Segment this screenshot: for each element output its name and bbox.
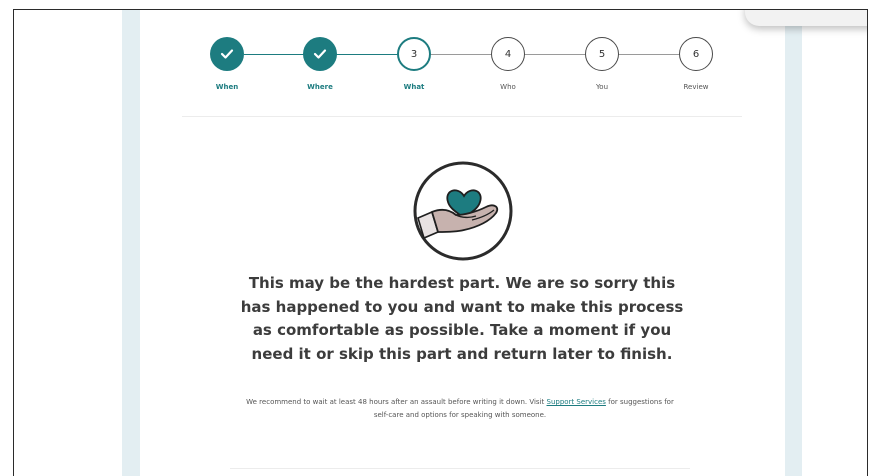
step-connector [524, 54, 586, 55]
step-connector [336, 54, 398, 55]
bottom-divider [230, 468, 690, 469]
report-card: When Where 3 What 4 Who 5 You 6 Review T… [140, 10, 867, 476]
headline-message: This may be the hardest part. We are so … [240, 274, 684, 363]
recommendation-note: We recommend to wait at least 48 hours a… [240, 396, 680, 422]
step-number: 6 [692, 48, 700, 60]
step-label-you: You [595, 83, 609, 91]
step-number: 3 [410, 48, 418, 60]
step-what[interactable]: 3 [397, 37, 431, 71]
hand-holding-heart-icon [413, 161, 513, 261]
step-number: 4 [504, 48, 512, 60]
step-connector [618, 54, 680, 55]
step-number: 5 [598, 48, 606, 60]
step-connector [244, 54, 304, 55]
support-services-link[interactable]: Support Services [547, 398, 606, 406]
step-label-review: Review [683, 83, 709, 91]
checkmark-icon [313, 49, 327, 59]
step-connector [430, 54, 492, 55]
section-divider [182, 116, 742, 117]
step-label-what: What [403, 83, 425, 91]
step-label-where: Where [307, 83, 333, 91]
step-label-when: When [215, 83, 239, 91]
step-label-who: Who [500, 83, 516, 91]
progress-stepper: When Where 3 What 4 Who 5 You 6 Review [140, 10, 785, 110]
step-when[interactable] [210, 37, 244, 71]
browser-frame: When Where 3 What 4 Who 5 You 6 Review T… [13, 9, 868, 476]
checkmark-icon [220, 49, 234, 59]
step-who[interactable]: 4 [491, 37, 525, 71]
step-where[interactable] [303, 37, 337, 71]
step-you[interactable]: 5 [585, 37, 619, 71]
step-review[interactable]: 6 [679, 37, 713, 71]
note-text: We recommend to wait at least 48 hours a… [246, 398, 545, 406]
